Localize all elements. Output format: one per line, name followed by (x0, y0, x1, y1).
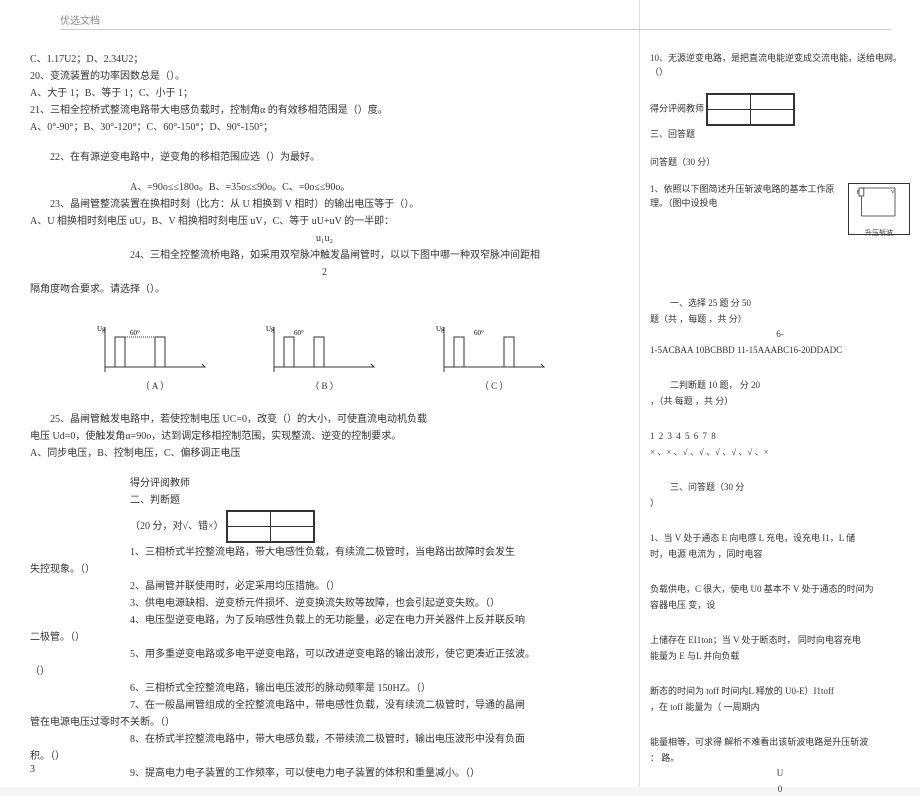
text-line: ： 路。 (650, 752, 910, 766)
text-line: C、1.17U2；D、2.34U2； (30, 52, 619, 67)
text-line: E V 升压斩波 1、依照以下图简述升压斩波电路的基本工作原理。（图中设投电 (650, 183, 910, 210)
text-line: 时，电源 电流为 ，同时电容 (650, 548, 910, 562)
text-line: 23、晶闸管整流装置在换相时刻（比方：从 U 相换到 V 相时）的输出电压等于（… (30, 197, 619, 212)
text-line: 6- (650, 328, 910, 342)
text-line: 隔角度吻合要求。请选择（）。 (30, 282, 619, 297)
svg-text:V: V (891, 191, 895, 196)
text-line: × 、× 、√ 、√ 、√ 、√ 、√ 、× (650, 446, 910, 460)
text-line: 6、三相桥式全控整流电路，输出电压波形的脉动频率是 150HZ。（） (30, 681, 619, 696)
text-line: 积。（） (30, 749, 619, 764)
text-line: 电压 Ud=0，使触发角α=90o，达到调定移相控制范围，实现整流、逆变的控制要… (30, 429, 619, 444)
document-page: 优选文档 C、1.17U2；D、2.34U2； 20、变流装置的功率因数总是（）… (0, 0, 920, 787)
text-line: 失控现象。（） (30, 562, 619, 577)
text-line: 负载供电，C 很大，使电 U0 基本不 V 处于通态的时间为 (650, 583, 910, 597)
text-line: 22、在有源逆变电路中，逆变角的移相范围应选（）为最好。 (30, 150, 619, 165)
text-line: 题（共 ，每题 ，共 分） (650, 313, 910, 327)
left-column: C、1.17U2；D、2.34U2； 20、变流装置的功率因数总是（）。 A、大… (0, 0, 640, 787)
text-line: 24、三相全控整流桥电路，如采用双窄脉冲触发晶闸管时，以以下图中哪一种双窄脉冲间… (30, 248, 619, 263)
circuit-diagram-icon: E V 升压斩波 (848, 183, 910, 235)
text-line: ） (650, 497, 910, 511)
text-line: 三、问答题（30 分 (650, 481, 910, 495)
svg-text:Ug: Ug (97, 325, 106, 333)
svg-text:60°: 60° (474, 329, 484, 337)
diagram-b: 60° Ug （ B ） (264, 317, 384, 392)
text-line: 2 (30, 265, 619, 280)
svg-text:60°: 60° (130, 329, 140, 337)
text-line: 9、提高电力电子装置的工作频率，可以使电力电子装置的体积和重量减小。（） (30, 766, 619, 781)
text-line: 问答题（30 分） (650, 156, 910, 170)
text-line: U (650, 767, 910, 781)
svg-text:60°: 60° (294, 329, 304, 337)
waveform-diagrams: 60° Ug （ A ） 60° Ug (70, 317, 579, 392)
score-row: 得分评阅教师 (650, 93, 910, 126)
text-line: 1、当 V 处于通态 E 向电感 L 充电，设充电 I1，L 储 (650, 532, 910, 546)
text-line: 4、电压型逆变电路，为了反响感性负载上的无功能量，必定在电力开关器件上反并联反响 (30, 613, 619, 628)
diagram-a: 60° Ug （ A ） (95, 317, 215, 392)
text-line: 能量相等，可求得 解析不难看出该斩波电路是升压斩波 (650, 736, 910, 750)
right-column: 10、无源逆变电路，是把直流电能逆变成交流电能，送给电网。（） 得分评阅教师 三… (640, 0, 920, 787)
pulse-diagram-icon: 60° Ug (434, 317, 554, 377)
svg-text:Ug: Ug (266, 325, 275, 333)
text-line: （20 分，对√、错×） (30, 510, 619, 543)
svg-text:Ug: Ug (436, 325, 445, 333)
text-line: 容器电压 变，设 (650, 599, 910, 613)
score-row: 得分评阅教师 (30, 476, 619, 491)
text-line: 10、无源逆变电路，是把直流电能逆变成交流电能，送给电网。（） (650, 52, 910, 79)
text-line: 21、三相全控桥式整流电路带大电感负载时，控制角α 的有效移相范围是（）度。 (30, 103, 619, 118)
pulse-diagram-icon: 60° Ug (264, 317, 384, 377)
text-line: ，（共 每题 ，共 分） (650, 395, 910, 409)
section-title: 二、判断题 (30, 493, 619, 508)
score-box (226, 510, 315, 543)
text-line: 3、供电电源缺相、逆变桥元件损坏、逆变换流失败等故障，也会引起逆变失败。（） (30, 596, 619, 611)
diagram-label: （ B ） (264, 379, 384, 392)
text-line: 能量为 E 与L 并向负载 (650, 650, 910, 664)
text-line: 二判断题 10 题， 分 20 (650, 379, 910, 393)
text-line: 25、晶闸管触发电路中，若使控制电压 UC=0，改变（）的大小，可使直流电动机负… (30, 412, 619, 427)
text: （20 分，对√、错×） (130, 521, 224, 532)
text-line: 20、变流装置的功率因数总是（）。 (30, 69, 619, 84)
page-number: 3 (30, 764, 35, 775)
text-line: u₁u₂ (30, 231, 619, 246)
text-line: 一、选择 25 题 分 50 (650, 297, 910, 311)
diagram-c: 60° Ug （ C ） (434, 317, 554, 392)
section-title: 三、回答题 (650, 128, 910, 142)
diagram-caption: 升压斩波 (849, 228, 909, 239)
pulse-diagram-icon: 60° Ug (95, 317, 215, 377)
text-line: 上储存在 EI1ton；当 V 处于断态时， 同时向电容充电 (650, 634, 910, 648)
text-line: 断态的时间为 toff 时间内L 释放的 U0-E）I1toff (650, 685, 910, 699)
text-line: 5、用多重逆变电路或多电平逆变电路，可以改进逆变电路的输出波形，使它更凑近正弦波… (30, 647, 619, 662)
text-line: 1 2 3 4 5 6 7 8 (650, 430, 910, 444)
score-label: 得分评阅教师 (650, 104, 704, 114)
text: 1、依照以下图简述升压斩波电路的基本工作原理。（图中设投电 (650, 184, 835, 208)
text-line: 0 (650, 783, 910, 796)
score-box (706, 93, 795, 126)
text-line: 8、在桥式半控整流电路中，带大电感负载，不带续流二极管时，输出电压波形中没有负面 (30, 732, 619, 747)
answer-section: 一、选择 25 题 分 50 题（共 ，每题 ，共 分） 6- 1-5ACBAA… (650, 297, 910, 796)
text-line: A、=90o≤≤180o。B、=35o≤≤90o。C、=0o≤≤90o。 (30, 180, 619, 195)
text-line: 管在电源电压过零时不关断。（） (30, 715, 619, 730)
text-line: ，在 toff 能量为（ 一周期内 (650, 701, 910, 715)
text-line: 二极管。（） (30, 630, 619, 645)
score-label: 得分评阅教师 (130, 478, 190, 489)
text-line: A、U 相换相时刻电压 uU，B、V 相换相时刻电压 uV，C、等于 uU+uV… (30, 214, 619, 229)
text-line: A、同步电压，B、控制电压，C、偏移调正电压 (30, 446, 619, 461)
text-line: 1-5ACBAA 10BCBBD 11-15AAABC16-20DDADC (650, 344, 910, 358)
text-line: （） (30, 664, 619, 679)
text-line: 1、三相桥式半控整流电路，带大电感性负载，有续流二极管时，当电路出故障时会发生 (30, 545, 619, 560)
text-line: 2、晶闸管并联使用时，必定采用均压措施。（） (30, 579, 619, 594)
text-line: A、大于 1；B、等于 1；C、小于 1； (30, 86, 619, 101)
diagram-label: （ A ） (95, 379, 215, 392)
diagram-label: （ C ） (434, 379, 554, 392)
text-line: A、0°-90°；B、30°-120°；C、60°-150°；D、90°-150… (30, 120, 619, 135)
page-header: 优选文档 (60, 12, 890, 30)
svg-text:E: E (857, 191, 860, 196)
text-line: 7、在一般晶闸管组成的全控整流电路中，带电感性负载，没有续流二极管时，导通的晶闸 (30, 698, 619, 713)
